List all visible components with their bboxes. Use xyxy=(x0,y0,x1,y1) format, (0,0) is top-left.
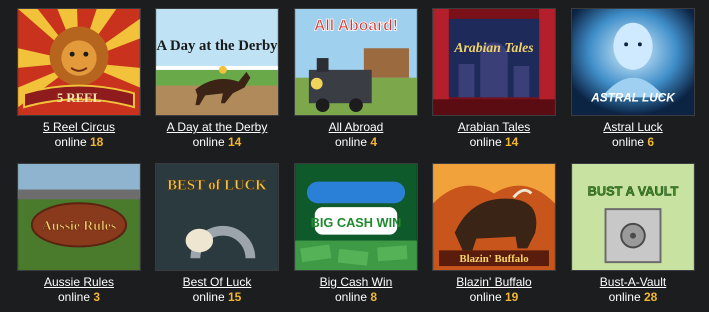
big-cash-win-art: BIG CASH WIN xyxy=(295,164,417,270)
art-text: BEST of LUCK xyxy=(167,178,267,194)
game-tile[interactable]: Aussie Rules Aussie Rules online 3 xyxy=(16,163,142,305)
bust-a-vault-art: BUST A VAULT xyxy=(572,164,694,270)
game-name-link[interactable]: Big Cash Win xyxy=(293,275,419,290)
online-status: online 19 xyxy=(431,290,557,305)
online-label: online xyxy=(334,135,367,149)
game-thumbnail[interactable]: Aussie Rules xyxy=(17,163,141,271)
online-label: online xyxy=(611,135,644,149)
online-label: online xyxy=(54,135,87,149)
online-count: 19 xyxy=(505,290,519,304)
art-text: All Aboard! xyxy=(314,18,398,35)
game-tile[interactable]: A Day at the Derby A Day at the Derby on… xyxy=(154,8,280,150)
online-label: online xyxy=(192,290,225,304)
game-thumbnail[interactable]: All Aboard! xyxy=(294,8,418,116)
online-status: online 28 xyxy=(570,290,696,305)
online-count: 6 xyxy=(647,135,655,149)
online-status: online 3 xyxy=(16,290,142,305)
art-text: ASTRAL LUCK xyxy=(590,91,676,104)
game-tile[interactable]: Arabian Tales Arabian Tales online 14 xyxy=(431,8,557,150)
online-status: online 4 xyxy=(293,135,419,150)
game-tile[interactable]: ASTRAL LUCK Astral Luck online 6 xyxy=(570,8,696,150)
game-name-link[interactable]: Arabian Tales xyxy=(431,120,557,135)
game-name-link[interactable]: 5 Reel Circus xyxy=(16,120,142,135)
game-thumbnail[interactable]: Arabian Tales xyxy=(432,8,556,116)
blazin-buffalo-art: Blazin' Buffalo xyxy=(433,164,555,270)
games-grid: 5 REEL 5 Reel Circus online 18 A Day at … xyxy=(0,0,709,312)
arabian-tales-art: Arabian Tales xyxy=(433,9,555,115)
online-count: 14 xyxy=(505,135,519,149)
game-name-link[interactable]: Aussie Rules xyxy=(16,275,142,290)
game-thumbnail[interactable]: BEST of LUCK xyxy=(155,163,279,271)
game-tile[interactable]: BIG CASH WIN Big Cash Win online 8 xyxy=(293,163,419,305)
game-name-link[interactable]: Astral Luck xyxy=(570,120,696,135)
online-label: online xyxy=(192,135,225,149)
online-count: 18 xyxy=(90,135,104,149)
online-count: 28 xyxy=(644,290,658,304)
online-status: online 6 xyxy=(570,135,696,150)
online-label: online xyxy=(57,290,90,304)
online-status: online 14 xyxy=(154,135,280,150)
online-status: online 8 xyxy=(293,290,419,305)
derby-horse-art: A Day at the Derby xyxy=(156,9,278,115)
art-text: A Day at the Derby xyxy=(156,38,278,54)
circus-lion-art: 5 REEL xyxy=(18,9,140,115)
online-count: 15 xyxy=(228,290,242,304)
game-name-link[interactable]: Blazin' Buffalo xyxy=(431,275,557,290)
online-status: online 15 xyxy=(154,290,280,305)
art-text: Blazin' Buffalo xyxy=(459,253,528,265)
game-name-link[interactable]: Best Of Luck xyxy=(154,275,280,290)
game-tile[interactable]: Blazin' Buffalo Blazin' Buffalo online 1… xyxy=(431,163,557,305)
game-name-link[interactable]: Bust-A-Vault xyxy=(570,275,696,290)
art-text: BUST A VAULT xyxy=(588,183,679,198)
online-label: online xyxy=(469,135,502,149)
train-art: All Aboard! xyxy=(295,9,417,115)
game-thumbnail[interactable]: ASTRAL LUCK xyxy=(571,8,695,116)
online-count: 14 xyxy=(228,135,242,149)
best-of-luck-art: BEST of LUCK xyxy=(156,164,278,270)
game-thumbnail[interactable]: A Day at the Derby xyxy=(155,8,279,116)
online-count: 8 xyxy=(370,290,378,304)
art-text: Arabian Tales xyxy=(453,40,533,55)
game-thumbnail[interactable]: Blazin' Buffalo xyxy=(432,163,556,271)
astral-luck-art: ASTRAL LUCK xyxy=(572,9,694,115)
online-count: 3 xyxy=(93,290,101,304)
game-thumbnail[interactable]: BUST A VAULT xyxy=(571,163,695,271)
art-text: 5 REEL xyxy=(57,91,101,105)
art-text: BIG CASH WIN xyxy=(311,215,402,230)
game-tile[interactable]: 5 REEL 5 Reel Circus online 18 xyxy=(16,8,142,150)
online-status: online 18 xyxy=(16,135,142,150)
art-text: Aussie Rules xyxy=(42,218,117,233)
game-tile[interactable]: BEST of LUCK Best Of Luck online 15 xyxy=(154,163,280,305)
online-label: online xyxy=(608,290,641,304)
game-thumbnail[interactable]: 5 REEL xyxy=(17,8,141,116)
game-tile[interactable]: BUST A VAULT Bust-A-Vault online 28 xyxy=(570,163,696,305)
online-label: online xyxy=(469,290,502,304)
online-label: online xyxy=(334,290,367,304)
online-status: online 14 xyxy=(431,135,557,150)
game-name-link[interactable]: All Abroad xyxy=(293,120,419,135)
game-name-link[interactable]: A Day at the Derby xyxy=(154,120,280,135)
online-count: 4 xyxy=(370,135,378,149)
aussie-rules-art: Aussie Rules xyxy=(18,164,140,270)
game-thumbnail[interactable]: BIG CASH WIN xyxy=(294,163,418,271)
game-tile[interactable]: All Aboard! All Abroad online 4 xyxy=(293,8,419,150)
